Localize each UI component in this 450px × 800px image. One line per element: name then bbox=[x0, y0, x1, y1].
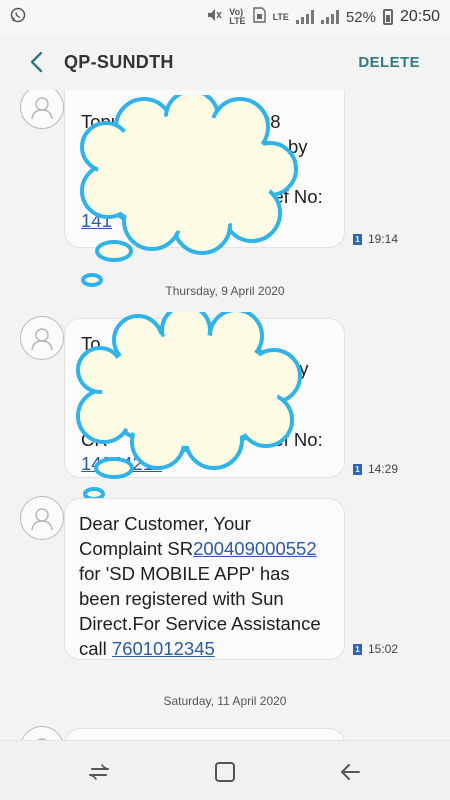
navigation-bar bbox=[0, 740, 450, 800]
conversation-list[interactable]: Topup d 98 (I by C Ref No: 141 1 19:14 T… bbox=[0, 90, 450, 740]
mute-icon bbox=[206, 7, 222, 27]
signal-2-icon bbox=[320, 10, 339, 24]
message-time: 19:14 bbox=[368, 232, 399, 246]
sim-badge: 1 bbox=[353, 643, 362, 655]
person-icon[interactable] bbox=[20, 90, 64, 129]
whatsapp-icon bbox=[10, 7, 26, 27]
back-icon[interactable] bbox=[338, 759, 364, 785]
date-separator: Saturday, 11 April 2020 bbox=[163, 694, 287, 708]
person-icon[interactable] bbox=[20, 496, 64, 540]
message-meta: 1 19:14 bbox=[353, 232, 398, 246]
sim-badge: 1 bbox=[353, 233, 362, 245]
battery-icon bbox=[382, 9, 393, 25]
app-bar: QP-SUNDTH DELETE bbox=[0, 34, 450, 90]
date-separator: Thursday, 9 April 2020 bbox=[165, 284, 285, 298]
volte-bottom-label: LTE bbox=[229, 16, 246, 26]
message-meta: 1 14:29 bbox=[353, 462, 398, 476]
message-time: 14:29 bbox=[368, 462, 399, 476]
message-meta: 1 15:02 bbox=[353, 642, 398, 656]
volte-indicator: Vo) LTE bbox=[229, 8, 245, 26]
lte-label: LTE bbox=[272, 11, 289, 22]
message-bubble[interactable]: Dear Customer, Your Complaint SR20040900… bbox=[64, 498, 345, 660]
clock: 20:50 bbox=[399, 8, 440, 25]
person-icon[interactable] bbox=[20, 316, 64, 360]
home-icon[interactable] bbox=[212, 759, 238, 785]
status-bar: Vo) LTE LTE 52% 20:50 bbox=[0, 0, 450, 34]
phone-link[interactable]: 7601012345 bbox=[112, 638, 215, 659]
signal-icon bbox=[295, 10, 314, 24]
recent-apps-icon[interactable] bbox=[86, 759, 112, 785]
sim-badge: 1 bbox=[353, 463, 362, 475]
redaction-cloud bbox=[80, 95, 298, 287]
delete-button[interactable]: DELETE bbox=[358, 54, 420, 71]
complaint-link[interactable]: 200409000552 bbox=[193, 538, 316, 559]
message-bubble[interactable] bbox=[64, 728, 345, 740]
message-time: 15:02 bbox=[368, 642, 399, 656]
arrow-left-icon[interactable] bbox=[22, 48, 50, 76]
sim-icon bbox=[252, 7, 266, 27]
conversation-title: QP-SUNDTH bbox=[64, 51, 174, 72]
redaction-cloud bbox=[76, 312, 302, 501]
person-icon[interactable] bbox=[20, 726, 64, 740]
battery-percent: 52% bbox=[345, 8, 376, 26]
